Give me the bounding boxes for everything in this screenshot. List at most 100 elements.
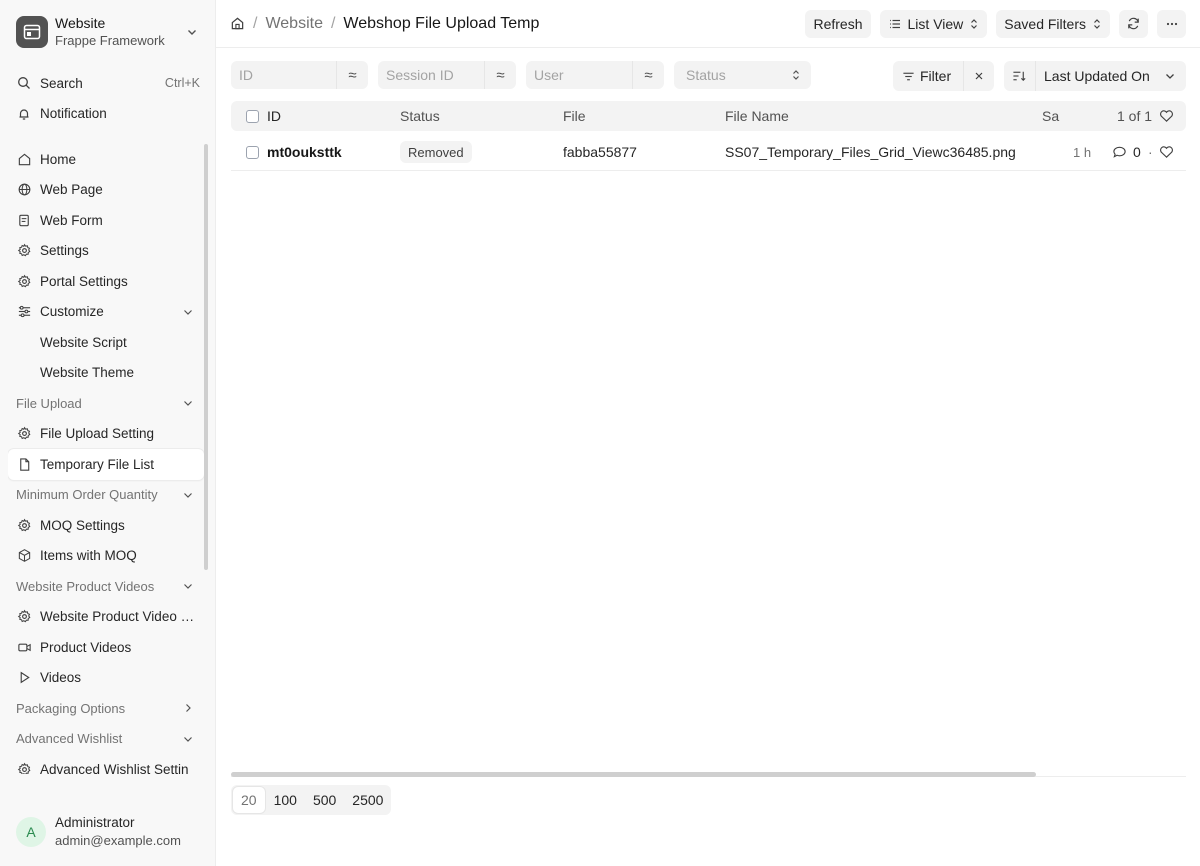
sidebar-item-label: MOQ Settings (40, 517, 125, 533)
like-filter-icon[interactable] (1159, 101, 1174, 131)
sidebar-item-web-page[interactable]: Web Page (8, 175, 204, 206)
approx-toggle[interactable]: ≈ (484, 61, 516, 89)
sidebar-group-minimum-order-quantity[interactable]: Minimum Order Quantity (8, 480, 204, 511)
chevron-down-icon[interactable] (180, 395, 196, 411)
status-filter-placeholder: Status (686, 67, 726, 83)
home-icon[interactable] (230, 16, 245, 31)
sidebar-group-advanced-wishlist[interactable]: Advanced Wishlist (8, 724, 204, 755)
sort-direction-button[interactable] (1004, 61, 1036, 91)
id-filter[interactable]: ID ≈ (231, 61, 368, 89)
list-view-button[interactable]: List View (879, 9, 988, 38)
gear-icon (16, 273, 32, 289)
avatar: A (16, 817, 46, 847)
sidebar-item-home[interactable]: Home (8, 144, 204, 175)
chevron-down-icon[interactable] (180, 731, 196, 747)
sidebar-group-website-product-videos[interactable]: Website Product Videos (8, 571, 204, 602)
table-row[interactable]: mt0ouksttk Removed fabba55877 SS07_Tempo… (231, 134, 1186, 171)
chevron-down-icon (1164, 70, 1176, 82)
page-length-100[interactable]: 100 (266, 785, 305, 815)
reload-icon (1126, 16, 1141, 31)
gear-icon (16, 517, 32, 533)
user-menu[interactable]: A Administrator admin@example.com (8, 806, 208, 858)
chevron-down-icon[interactable] (180, 304, 196, 320)
more-actions-button[interactable] (1157, 9, 1186, 38)
sidebar-item-label: Temporary File List (40, 456, 155, 472)
filter-button[interactable]: Filter (893, 61, 994, 91)
search-button[interactable]: Search Ctrl+K (8, 68, 208, 99)
clear-filter-button[interactable] (963, 61, 994, 91)
sidebar-item-website-product-video-s[interactable]: Website Product Video S... (8, 602, 204, 633)
refresh-button[interactable]: Refresh (805, 9, 871, 38)
user-filter[interactable]: User ≈ (526, 61, 664, 89)
session-id-filter[interactable]: Session ID ≈ (378, 61, 516, 89)
row-id[interactable]: mt0ouksttk (267, 134, 342, 170)
sidebar-item-customize[interactable]: Customize (8, 297, 204, 328)
updown-icon (969, 18, 979, 30)
sidebar-item-website-theme[interactable]: Website Theme (8, 358, 204, 389)
column-sa: Sa (1042, 108, 1060, 124)
sidebar-item-label: File Upload (16, 395, 82, 411)
sort-control[interactable]: Last Updated On (1004, 61, 1186, 91)
sidebar-group-file-upload[interactable]: File Upload (8, 388, 204, 419)
file-icon (16, 456, 32, 472)
notification-label: Notification (40, 106, 107, 122)
horizontal-scrollbar[interactable] (231, 772, 1186, 777)
sidebar-item-label: Portal Settings (40, 273, 128, 289)
sidebar-item-temporary-file-list[interactable]: Temporary File List (8, 449, 204, 480)
sidebar-item-website-script[interactable]: Website Script (8, 327, 204, 358)
bell-icon (16, 106, 32, 122)
sidebar-group-packaging-options[interactable]: Packaging Options (8, 693, 204, 724)
sidebar-item-portal-settings[interactable]: Portal Settings (8, 266, 204, 297)
approx-toggle[interactable]: ≈ (336, 61, 368, 89)
session-id-filter-input[interactable]: Session ID (378, 67, 484, 83)
filter-icon (902, 70, 915, 83)
like-icon[interactable] (1159, 134, 1174, 170)
updown-icon (791, 69, 801, 81)
gear-icon (16, 426, 32, 442)
sidebar-item-web-form[interactable]: Web Form (8, 205, 204, 236)
page-length-2500[interactable]: 2500 (344, 785, 391, 815)
approx-toggle[interactable]: ≈ (632, 61, 664, 89)
video-icon (16, 639, 32, 655)
search-label: Search (40, 75, 83, 91)
reload-button[interactable] (1119, 9, 1148, 38)
page-length-20[interactable]: 20 (232, 786, 266, 814)
select-all-checkbox[interactable] (246, 101, 259, 131)
app-switcher[interactable]: Website Frappe Framework (8, 8, 208, 56)
chevron-down-icon[interactable] (180, 487, 196, 503)
sidebar-item-label: Product Videos (40, 639, 132, 655)
sidebar: Website Frappe Framework Search Ctrl+K N… (0, 0, 216, 866)
sidebar-item-label: Minimum Order Quantity (16, 487, 158, 503)
sidebar-item-label: Website Product Video S... (40, 609, 196, 625)
sidebar-item-moq-settings[interactable]: MOQ Settings (8, 510, 204, 541)
search-shortcut: Ctrl+K (164, 76, 200, 91)
sidebar-item-settings[interactable]: Settings (8, 236, 204, 267)
row-file-name: SS07_Temporary_Files_Grid_Viewc36485.png (725, 144, 1016, 160)
sidebar-scrollbar[interactable] (204, 144, 208, 570)
row-checkbox[interactable] (246, 134, 259, 170)
comment-icon[interactable] (1112, 134, 1127, 170)
chevron-down-icon[interactable] (180, 578, 196, 594)
sidebar-item-file-upload-setting[interactable]: File Upload Setting (8, 419, 204, 450)
saved-filters-button[interactable]: Saved Filters (996, 9, 1110, 38)
breadcrumb-website[interactable]: Website (265, 15, 323, 33)
chevron-right-icon[interactable] (180, 700, 196, 716)
list-icon (888, 17, 902, 31)
sidebar-item-videos[interactable]: Videos (8, 663, 204, 694)
scrollbar-thumb[interactable] (231, 772, 1036, 777)
filter-bar: ID ≈ Session ID ≈ User ≈ Status Filter L… (231, 61, 1186, 91)
id-filter-input[interactable]: ID (231, 67, 336, 83)
sidebar-item-items-with-moq[interactable]: Items with MOQ (8, 541, 204, 572)
gear-icon (16, 609, 32, 625)
user-name: Administrator (55, 815, 135, 830)
table-header: ID Status File File Name Sa 1 of 1 (231, 101, 1186, 131)
sidebar-item-advanced-wishlist-settin[interactable]: Advanced Wishlist Settin (8, 754, 204, 774)
status-filter[interactable]: Status (674, 61, 811, 89)
sidebar-item-label: Advanced Wishlist Settin (40, 761, 189, 774)
user-filter-input[interactable]: User (526, 67, 632, 83)
sidebar-nav: Home Web Page Web Form Settings Portal Setti… (8, 144, 204, 774)
notification-button[interactable]: Notification (8, 99, 208, 130)
sidebar-item-product-videos[interactable]: Product Videos (8, 632, 204, 663)
page-length-500[interactable]: 500 (305, 785, 344, 815)
breadcrumb-separator: / (253, 14, 258, 32)
